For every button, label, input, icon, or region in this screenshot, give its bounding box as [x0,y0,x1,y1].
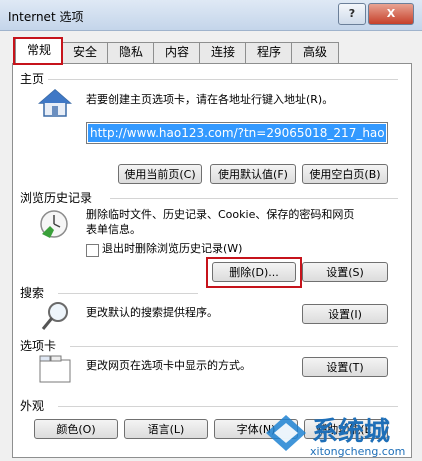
home-page-url-text: http://www.hao123.com/?tn=29065018_217_h… [88,124,386,142]
tabs-settings-button[interactable]: 设置(T) [302,357,388,377]
window-title: Internet 选项 [8,10,84,24]
tabs-icon [39,355,71,383]
use-blank-button[interactable]: 使用空白页(B) [302,164,388,184]
divider [58,406,398,407]
history-description-line1: 删除临时文件、历史记录、Cookie、保存的密码和网页 [86,208,355,221]
tab-advanced[interactable]: 高级 [291,42,339,63]
watermark-site: xitongcheng.com [310,445,406,458]
home-description: 若要创建主页选项卡，请在各地址行键入地址(R)。 [86,93,334,106]
delete-on-exit-checkbox[interactable] [86,244,99,257]
tab-content[interactable]: 内容 [153,42,201,63]
delete-history-button[interactable]: 删除(D)... [212,262,296,282]
divider [48,79,398,80]
use-current-button[interactable]: 使用当前页(C) [118,164,202,184]
search-section-title: 搜索 [20,286,45,300]
title-bar: Internet 选项 ? X [0,0,422,31]
tabs-description: 更改网页在选项卡中显示的方式。 [86,359,251,372]
delete-on-exit-label: 退出时删除浏览历史记录(W) [102,242,243,255]
divider [58,293,198,294]
tab-privacy[interactable]: 隐私 [107,42,155,63]
tab-strip: 常规 安全 隐私 内容 连接 程序 高级 [12,38,412,64]
history-section-title: 浏览历史记录 [20,191,93,205]
close-button[interactable]: X [368,3,414,25]
history-settings-button[interactable]: 设置(S) [302,262,388,282]
history-description-line2: 表单信息。 [86,223,141,236]
languages-button[interactable]: 语言(L) [124,419,208,439]
tab-general[interactable]: 常规 [15,38,63,63]
use-default-button[interactable]: 使用默认值(F) [210,164,296,184]
search-settings-button[interactable]: 设置(I) [302,304,388,324]
home-page-url-input[interactable]: http://www.hao123.com/?tn=29065018_217_h… [86,122,388,144]
tab-connections[interactable]: 连接 [199,42,247,63]
magnifier-icon [41,302,68,330]
divider [70,346,398,347]
internet-options-window: Internet 选项 ? X 常规 安全 隐私 内容 连接 程序 高级 主页 … [0,0,422,461]
watermark-logo-icon [266,415,306,451]
appearance-section-title: 外观 [20,399,45,413]
divider [110,198,398,199]
home-icon [38,89,72,117]
tab-security[interactable]: 安全 [61,42,109,63]
history-icon [40,210,68,238]
watermark-brand: 系统城 [312,417,391,447]
search-description: 更改默认的搜索提供程序。 [86,306,218,319]
tab-programs[interactable]: 程序 [245,42,293,63]
tabs-section-title: 选项卡 [20,339,57,353]
colors-button[interactable]: 颜色(O) [34,419,118,439]
watermark: 系统城 xitongcheng.com [202,411,422,461]
help-button[interactable]: ? [338,3,366,25]
home-section-title: 主页 [20,72,45,86]
